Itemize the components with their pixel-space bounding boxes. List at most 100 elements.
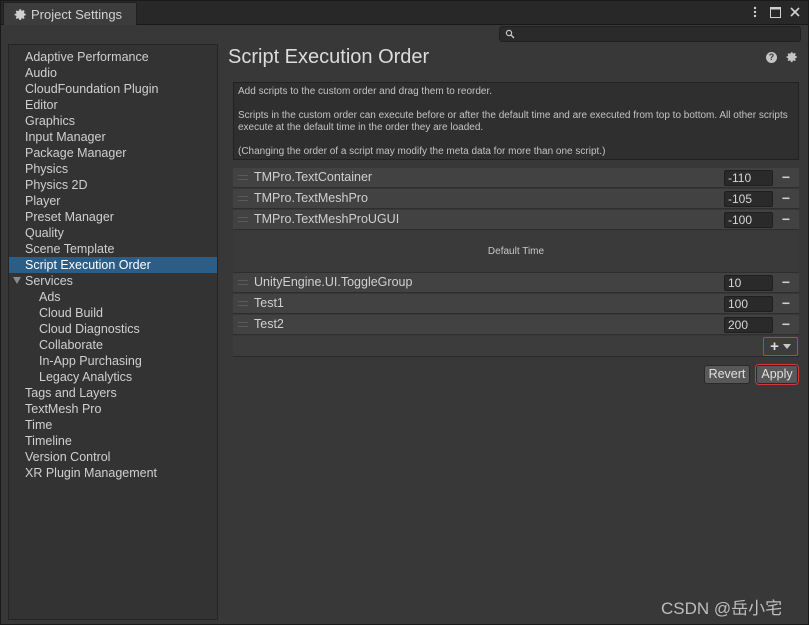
script-row[interactable]: Test1 100−	[233, 294, 799, 314]
remove-script-button[interactable]: −	[779, 212, 793, 226]
remove-script-button[interactable]: −	[779, 317, 793, 331]
sidebar-item-label: Player	[25, 194, 61, 208]
remove-script-button[interactable]: −	[779, 191, 793, 205]
close-icon[interactable]	[788, 4, 802, 20]
sidebar-item[interactable]: TextMesh Pro	[9, 401, 217, 417]
sidebar-item-label: XR Plugin Management	[25, 466, 158, 480]
remove-script-button[interactable]: −	[779, 275, 793, 289]
drag-handle-icon[interactable]	[238, 217, 248, 222]
sidebar-item[interactable]: Legacy Analytics	[9, 369, 217, 385]
sidebar-item[interactable]: CloudFoundation Plugin	[9, 81, 217, 97]
drag-handle-icon[interactable]	[238, 175, 248, 180]
sidebar-item-label: Graphics	[25, 114, 76, 128]
sidebar-item[interactable]: Timeline	[9, 433, 217, 449]
drag-handle-icon[interactable]	[238, 301, 248, 306]
sidebar-item[interactable]: Scene Template	[9, 241, 217, 257]
settings-sidebar: Adaptive Performance Audio CloudFoundation…	[8, 44, 218, 620]
remove-script-button[interactable]: −	[779, 170, 793, 184]
settings-icon[interactable]	[786, 51, 798, 63]
sidebar-item-label: Quality	[25, 226, 64, 240]
script-name: Test2	[254, 317, 284, 331]
sidebar-item[interactable]: Quality	[9, 225, 217, 241]
sidebar-item[interactable]: Ads	[9, 289, 217, 305]
sidebar-item[interactable]: Input Manager	[9, 129, 217, 145]
sidebar-item-label: Version Control	[25, 450, 111, 464]
sidebar-item[interactable]: Tags and Layers	[9, 385, 217, 401]
sidebar-item[interactable]: Time	[9, 417, 217, 433]
sidebar-item[interactable]: Preset Manager	[9, 209, 217, 225]
sidebar-item-label: Script Execution Order	[25, 258, 151, 272]
sidebar-item-label: Time	[25, 418, 53, 432]
sidebar-item[interactable]: Graphics	[9, 113, 217, 129]
remove-script-button[interactable]: −	[779, 296, 793, 310]
sidebar-item[interactable]: XR Plugin Management	[9, 465, 217, 481]
tab-strip: Project Settings	[1, 1, 808, 25]
drag-handle-icon[interactable]	[238, 280, 248, 285]
page-title: Script Execution Order	[228, 46, 430, 68]
drag-handle-icon[interactable]	[238, 322, 248, 327]
tab-project-settings[interactable]: Project Settings	[3, 2, 137, 25]
sidebar-item[interactable]: Collaborate	[9, 337, 217, 353]
sidebar-item[interactable]: In-App Purchasing	[9, 353, 217, 369]
script-name: TMPro.TextMeshProUGUI	[254, 212, 400, 226]
script-name: UnityEngine.UI.ToggleGroup	[254, 275, 413, 289]
script-row[interactable]: TMPro.TextMeshPro -105−	[233, 189, 799, 209]
window-controls	[748, 4, 802, 20]
more-options-icon[interactable]	[748, 4, 762, 20]
script-row[interactable]: UnityEngine.UI.ToggleGroup 10−	[233, 273, 799, 293]
script-row[interactable]: TMPro.TextContainer -110−	[233, 168, 799, 188]
search-row	[1, 25, 808, 43]
sidebar-item[interactable]: Package Manager	[9, 145, 217, 161]
add-script-button[interactable]: +	[763, 337, 798, 356]
sidebar-item-label: Preset Manager	[25, 210, 114, 224]
sidebar-item-label: Collaborate	[39, 338, 103, 352]
sidebar-item-label: Editor	[25, 98, 58, 112]
revert-button[interactable]: Revert	[704, 365, 750, 384]
sidebar-item[interactable]: Player	[9, 193, 217, 209]
maximize-icon[interactable]	[768, 4, 782, 20]
sidebar-item[interactable]: Version Control	[9, 449, 217, 465]
execution-order-field[interactable]: -100	[724, 212, 773, 228]
execution-order-field[interactable]: -110	[724, 170, 773, 186]
script-name: TMPro.TextContainer	[254, 170, 373, 184]
script-name: Test1	[254, 296, 284, 310]
help-box: Add scripts to the custom order and drag…	[233, 82, 799, 160]
sidebar-item[interactable]: Editor	[9, 97, 217, 113]
sidebar-item-label: Scene Template	[25, 242, 115, 256]
sidebar-item-label: Adaptive Performance	[25, 50, 149, 64]
execution-order-field[interactable]: 100	[724, 296, 773, 312]
sidebar-item[interactable]: Script Execution Order	[9, 257, 217, 273]
script-row[interactable]: Test2 200−	[233, 315, 799, 335]
sidebar-item[interactable]: Services	[9, 273, 217, 289]
sidebar-item[interactable]: Cloud Diagnostics	[9, 321, 217, 337]
execution-order-field[interactable]: 200	[724, 317, 773, 333]
script-row[interactable]: TMPro.TextMeshProUGUI -100−	[233, 210, 799, 230]
drag-handle-icon[interactable]	[238, 196, 248, 201]
search-input[interactable]	[499, 26, 801, 42]
project-settings-window: Project Settings Adaptive Performance Aud…	[0, 0, 809, 625]
sidebar-item-label: Audio	[25, 66, 57, 80]
expand-arrow-icon[interactable]	[13, 277, 21, 284]
list-footer: +	[233, 336, 799, 357]
sidebar-item[interactable]: Audio	[9, 65, 217, 81]
sidebar-item[interactable]: Cloud Build	[9, 305, 217, 321]
sidebar-item-label: Physics	[25, 162, 69, 176]
sidebar-item[interactable]: Physics 2D	[9, 177, 217, 193]
help-text-3: (Changing the order of a script may modi…	[238, 146, 606, 157]
sidebar-item-label: In-App Purchasing	[39, 354, 142, 368]
watermark: CSDN @岳小宅	[661, 599, 783, 618]
sidebar-item[interactable]: Physics	[9, 161, 217, 177]
sidebar-item[interactable]: Adaptive Performance	[9, 49, 217, 65]
gear-icon	[14, 8, 26, 20]
help-text-1: Add scripts to the custom order and drag…	[238, 86, 493, 97]
sidebar-item-label: Cloud Build	[39, 306, 103, 320]
sidebar-item-label: TextMesh Pro	[25, 402, 102, 416]
apply-button[interactable]: Apply	[756, 365, 798, 384]
default-time-divider: Default Time	[233, 231, 799, 273]
sidebar-item-label: Timeline	[25, 434, 72, 448]
execution-order-field[interactable]: 10	[724, 275, 773, 291]
help-text-2: Scripts in the custom order can execute …	[238, 110, 788, 133]
help-icon[interactable]: ?	[766, 52, 777, 63]
sidebar-item-label: CloudFoundation Plugin	[25, 82, 159, 96]
execution-order-field[interactable]: -105	[724, 191, 773, 207]
